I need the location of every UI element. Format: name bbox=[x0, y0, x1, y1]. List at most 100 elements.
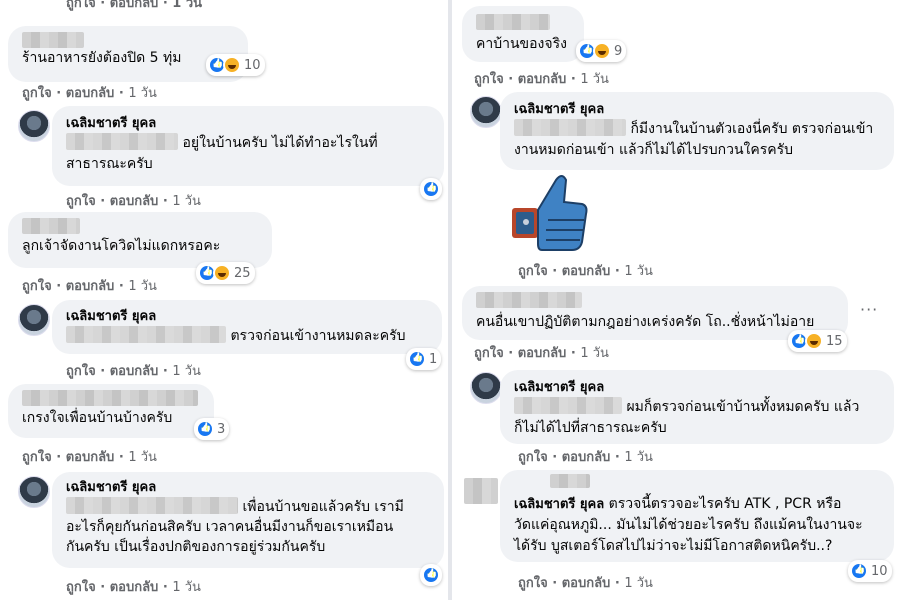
timestamp[interactable]: 1 วัน bbox=[624, 264, 653, 279]
like-button[interactable]: ถูกใจ bbox=[518, 576, 548, 591]
comment-text: ก็มีงานในบ้านตัวเองนี่ครับ ตรวจก่อนเข้า bbox=[630, 121, 874, 137]
redacted-name bbox=[476, 292, 582, 308]
redacted-avatar bbox=[464, 478, 498, 504]
reaction-count: 10 bbox=[244, 57, 261, 73]
like-button[interactable]: ถูกใจ bbox=[474, 346, 504, 361]
reply-bubble: เฉลิมชาตรี ยุคล ผมก็ตรวจก่อนเข้าบ้านทั้ง… bbox=[500, 370, 894, 444]
reply-bubble: เฉลิมชาตรี ยุคล ตรวจนี้ตรวจอะไรครับ ATK … bbox=[500, 470, 894, 562]
commenter-name[interactable]: เฉลิมชาตรี ยุคล bbox=[514, 379, 880, 397]
like-button[interactable]: ถูกใจ bbox=[22, 450, 52, 465]
avatar[interactable] bbox=[18, 110, 50, 142]
like-icon bbox=[422, 566, 440, 584]
reaction-count: 15 bbox=[826, 333, 843, 349]
reply-button[interactable]: ตอบกลับ bbox=[66, 450, 115, 465]
reaction-count: 9 bbox=[614, 43, 623, 59]
haha-icon bbox=[593, 42, 611, 60]
redacted-tag bbox=[66, 133, 178, 150]
reply-button[interactable]: ตอบกลับ bbox=[562, 264, 611, 279]
timestamp[interactable]: 1 วัน bbox=[128, 279, 157, 294]
timestamp[interactable]: 1 วัน bbox=[580, 72, 609, 87]
like-button[interactable]: ถูกใจ bbox=[474, 72, 504, 87]
commenter-name[interactable]: เฉลิมชาตรี ยุคล bbox=[66, 115, 430, 133]
reply-bubble: เฉลิมชาตรี ยุคล ตรวจก่อนเข้างานหมดละครับ bbox=[52, 300, 442, 354]
haha-icon bbox=[213, 264, 231, 282]
comment-text: เกรงใจเพื่อนบ้านบ้างครับ bbox=[22, 410, 173, 426]
like-button[interactable]: ถูกใจ bbox=[22, 86, 52, 101]
commenter-name[interactable]: เฉลิมชาตรี ยุคล bbox=[514, 101, 880, 119]
avatar[interactable] bbox=[18, 304, 50, 336]
reaction-summary[interactable] bbox=[420, 178, 442, 200]
redacted-tag bbox=[66, 497, 238, 514]
reaction-summary[interactable]: 9 bbox=[576, 40, 627, 62]
comment-bubble: ลูกเจ้าจัดงานโควิดไม่แดกหรอคะ bbox=[8, 212, 272, 268]
redacted-tag bbox=[514, 397, 622, 414]
reply-button[interactable]: ตอบกลับ bbox=[562, 450, 611, 465]
thumbs-up-sticker-icon bbox=[512, 175, 588, 251]
reaction-count: 1 bbox=[429, 351, 438, 367]
haha-icon bbox=[223, 56, 241, 74]
haha-icon bbox=[805, 332, 823, 350]
timestamp[interactable]: 1 วัน bbox=[172, 194, 201, 209]
comment-bubble: เกรงใจเพื่อนบ้านบ้างครับ bbox=[8, 384, 214, 438]
more-options-icon[interactable]: ··· bbox=[860, 300, 878, 319]
comment-text: อะไรก็คุยกันก่อนสิครับ เวลาคนอื่นมีงานก็… bbox=[66, 519, 394, 535]
like-button[interactable]: ถูกใจ bbox=[22, 279, 52, 294]
comment-actions: ถูกใจ · ตอบกลับ · 1 วัน bbox=[22, 86, 157, 101]
commenter-name[interactable]: เฉลิมชาตรี ยุคล bbox=[66, 479, 430, 497]
timestamp[interactable]: 1 วัน bbox=[128, 450, 157, 465]
redacted-name bbox=[22, 218, 80, 234]
comment-text: สาธารณะครับ bbox=[66, 156, 153, 172]
reply-button[interactable]: ตอบกลับ bbox=[110, 580, 159, 595]
comment-actions: ถูกใจ · ตอบกลับ · 1 วัน bbox=[66, 580, 201, 595]
like-icon bbox=[850, 562, 868, 580]
timestamp[interactable]: 1 วัน bbox=[624, 576, 653, 591]
reply-button[interactable]: ตอบกลับ bbox=[110, 364, 159, 379]
comment-text: คนอื่นเขาปฏิบัติตามกฎอย่างเคร่งครัด โถ..… bbox=[476, 314, 815, 330]
avatar[interactable] bbox=[470, 96, 502, 128]
like-button[interactable]: ถูกใจ bbox=[66, 364, 96, 379]
reply-button[interactable]: ตอบกลับ bbox=[518, 72, 567, 87]
comment-text: ตรวจก่อนเข้างานหมดละครับ bbox=[230, 328, 406, 344]
redacted-name bbox=[22, 390, 198, 406]
reaction-summary[interactable]: 3 bbox=[194, 418, 230, 440]
reaction-summary[interactable] bbox=[420, 564, 442, 586]
reply-button[interactable]: ตอบกลับ bbox=[562, 576, 611, 591]
comment-actions: ถูกใจ · ตอบกลับ · 1 วัน bbox=[66, 194, 201, 209]
redacted-name bbox=[22, 32, 84, 48]
commenter-name[interactable]: เฉลิมชาตรี ยุคล bbox=[66, 308, 428, 326]
like-button[interactable]: ถูกใจ bbox=[66, 580, 96, 595]
like-button[interactable]: ถูกใจ bbox=[66, 194, 96, 209]
like-button[interactable]: ถูกใจ bbox=[518, 450, 548, 465]
timestamp[interactable]: 1 วัน bbox=[580, 346, 609, 361]
reaction-summary[interactable]: 10 bbox=[848, 560, 892, 582]
reply-button[interactable]: ตอบกลับ bbox=[518, 346, 567, 361]
commenter-name[interactable]: เฉลิมชาตรี ยุคล bbox=[514, 497, 604, 512]
like-button[interactable]: ถูกใจ bbox=[518, 264, 548, 279]
comment-actions: ถูกใจ · ตอบกลับ · 1 วัน bbox=[22, 450, 157, 465]
timestamp[interactable]: 1 วัน bbox=[624, 450, 653, 465]
comment-bubble: คาบ้านของจริง bbox=[462, 6, 584, 62]
reply-button[interactable]: ตอบกลับ bbox=[66, 86, 115, 101]
comment-actions: ถูกใจ · ตอบกลับ · 1 วัน bbox=[474, 346, 609, 361]
timestamp[interactable]: 1 วัน bbox=[128, 86, 157, 101]
comment-actions: ถูกใจ · ตอบกลับ · 1 วัน bbox=[518, 264, 653, 279]
redacted-name bbox=[476, 14, 550, 30]
comment-text: คาบ้านของจริง bbox=[476, 36, 567, 52]
redacted-tag bbox=[66, 326, 226, 343]
comment-text: วัดแค่อุณหภูมิ... มันไม่ได้ช่วยอะไรครับ … bbox=[514, 517, 863, 533]
timestamp[interactable]: 1 วัน bbox=[172, 364, 201, 379]
reaction-summary[interactable]: 25 bbox=[196, 262, 255, 284]
reaction-summary[interactable]: 1 bbox=[406, 348, 442, 370]
right-comment-panel: คาบ้านของจริง 9 ถูกใจ · ตอบกลับ · 1 วัน … bbox=[452, 0, 900, 600]
comment-text: ตรวจนี้ตรวจอะไรครับ ATK , PCR หรือ bbox=[608, 496, 842, 512]
timestamp[interactable]: 1 วัน bbox=[172, 580, 201, 595]
avatar[interactable] bbox=[470, 372, 502, 404]
comment-actions-text[interactable]: ถูกใจ · ตอบกลับ · 1 วัน bbox=[66, 0, 202, 11]
avatar[interactable] bbox=[18, 476, 50, 508]
reaction-summary[interactable]: 10 bbox=[206, 54, 265, 76]
reaction-summary[interactable]: 15 bbox=[788, 330, 847, 352]
like-icon bbox=[196, 420, 214, 438]
reply-button[interactable]: ตอบกลับ bbox=[66, 279, 115, 294]
reply-button[interactable]: ตอบกลับ bbox=[110, 194, 159, 209]
comment-actions: ถูกใจ · ตอบกลับ · 1 วัน bbox=[66, 364, 201, 379]
